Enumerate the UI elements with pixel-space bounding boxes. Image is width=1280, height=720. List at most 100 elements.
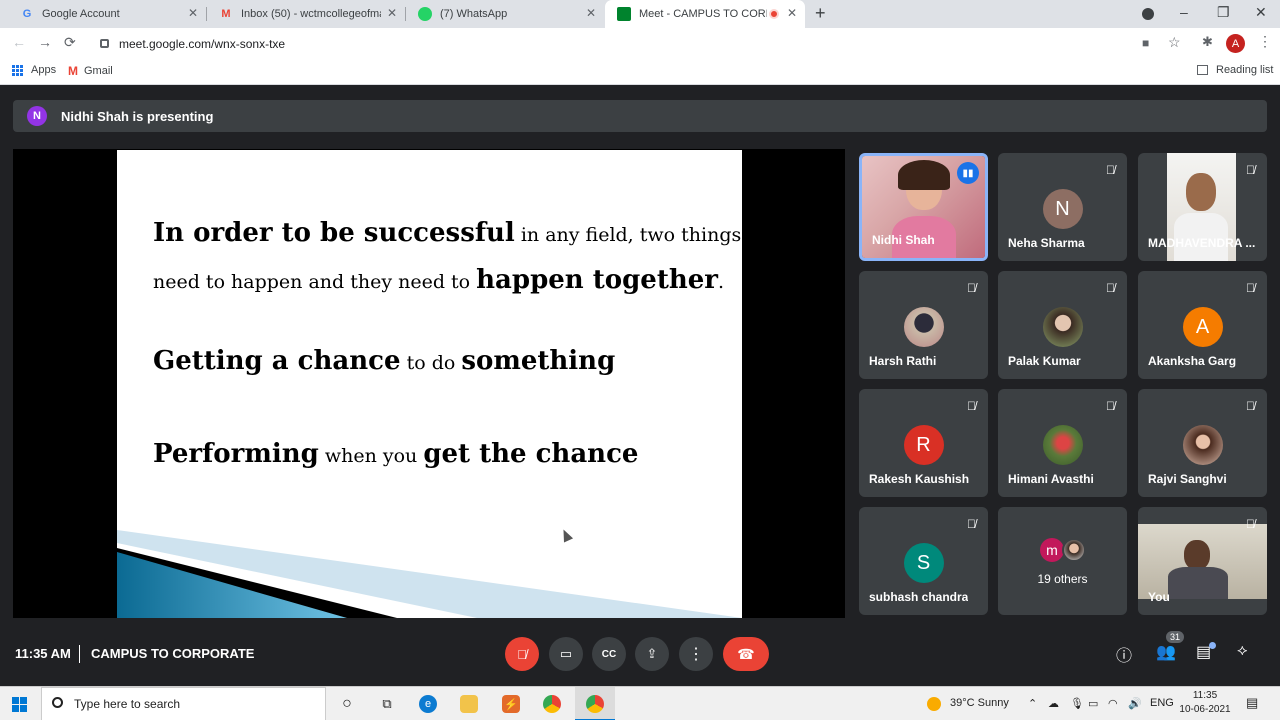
- tab-google-account[interactable]: G Google Account ✕: [8, 0, 206, 28]
- meeting-time: 11:35 AM: [15, 646, 71, 661]
- tab-meet[interactable]: Meet - CAMPUS TO CORPOR ✕: [605, 0, 805, 28]
- mic-off-icon: 🎙̸: [1106, 399, 1115, 413]
- participant-avatar: R: [903, 425, 944, 465]
- gmail-icon: M: [68, 64, 78, 78]
- tab-strip: G Google Account ✕ M Inbox (50) - wctmco…: [0, 0, 1280, 28]
- taskbar-search[interactable]: Type here to search: [41, 687, 326, 720]
- participant-tile-palak[interactable]: 🎙̸ Palak Kumar: [998, 271, 1127, 379]
- system-clock[interactable]: 11:35 10-06-2021: [1178, 689, 1232, 717]
- participant-avatar: m: [1040, 538, 1064, 562]
- apps-grid-icon: [12, 64, 23, 76]
- participant-tile-harsh[interactable]: 🎙̸ Harsh Rathi: [859, 271, 988, 379]
- menu-icon[interactable]: ⋮: [1258, 33, 1272, 50]
- close-tab-icon[interactable]: ✕: [787, 6, 797, 20]
- url-field[interactable]: meet.google.com/wnx-sonx-txe: [92, 32, 1132, 55]
- search-icon: [52, 697, 63, 708]
- new-tab-button[interactable]: +: [815, 3, 826, 24]
- task-view-icon[interactable]: ⧉: [378, 695, 396, 713]
- participant-tile-neha[interactable]: 🎙̸ N Neha Sharma: [998, 153, 1127, 261]
- speaking-indicator-icon: ▮▮: [957, 162, 979, 184]
- captions-button[interactable]: CC: [592, 637, 626, 671]
- microphone-icon[interactable]: 🎙: [1070, 697, 1084, 710]
- file-explorer-icon[interactable]: [460, 695, 478, 713]
- bookmark-apps[interactable]: Apps: [12, 64, 56, 76]
- close-tab-icon[interactable]: ✕: [188, 6, 198, 20]
- participant-tile-rajvi[interactable]: 🎙̸ Rajvi Sanghvi: [1138, 389, 1267, 497]
- star-icon[interactable]: ☆: [1168, 34, 1181, 51]
- meeting-controls-bar: 11:35 AM CAMPUS TO CORPORATE 🎙̸ ▭ CC ⇪ ⋮…: [0, 630, 1280, 686]
- language-indicator[interactable]: ENG: [1150, 697, 1174, 709]
- lock-icon: [100, 39, 109, 48]
- info-icon[interactable]: ⓘ: [1116, 642, 1132, 666]
- participant-avatar: [1042, 307, 1083, 347]
- close-tab-icon[interactable]: ✕: [586, 6, 596, 20]
- present-screen-icon: ⇪: [646, 646, 658, 661]
- more-vert-icon: ⋮: [688, 646, 704, 663]
- participant-tile-nidhi[interactable]: ▮▮ Nidhi Shah: [859, 153, 988, 261]
- participant-tile-rakesh[interactable]: 🎙̸ R Rakesh Kaushish: [859, 389, 988, 497]
- recording-icon: [769, 9, 779, 19]
- close-tab-icon[interactable]: ✕: [387, 6, 397, 20]
- maximize-button[interactable]: ❐: [1217, 4, 1230, 21]
- battery-icon[interactable]: ▭: [1088, 697, 1098, 710]
- participant-tile-madhavendra[interactable]: 🎙̸ MADHAVENDRA ...: [1138, 153, 1267, 261]
- captions-icon: CC: [601, 648, 617, 660]
- bookmark-gmail[interactable]: M Gmail: [68, 64, 113, 78]
- mic-off-icon: 🎙̸: [967, 399, 976, 413]
- app-icon[interactable]: ⚡: [502, 695, 520, 713]
- leave-call-button[interactable]: ☎: [723, 637, 769, 671]
- volume-icon[interactable]: 🔊: [1128, 697, 1142, 710]
- reload-icon[interactable]: ⟳: [64, 34, 76, 51]
- tab-search-icon[interactable]: [1142, 8, 1154, 20]
- meeting-name: CAMPUS TO CORPORATE: [91, 646, 255, 661]
- participant-tile-others[interactable]: m 19 others: [998, 507, 1127, 615]
- chrome-active-icon[interactable]: [586, 695, 604, 713]
- camera-icon: ▭: [559, 646, 573, 661]
- mic-off-icon: 🎙̸: [1106, 281, 1115, 295]
- tab-inbox[interactable]: M Inbox (50) - wctmcollegeofmanag ✕: [207, 0, 405, 28]
- reading-list[interactable]: Reading list: [1197, 64, 1273, 76]
- participant-avatar: [1182, 425, 1223, 465]
- participant-tile-akanksha[interactable]: 🎙̸ A Akanksha Garg: [1138, 271, 1267, 379]
- profile-avatar[interactable]: A: [1226, 34, 1245, 53]
- camera-icon[interactable]: ■: [1142, 36, 1149, 50]
- meet-icon: [617, 7, 631, 21]
- google-icon: G: [22, 8, 32, 20]
- address-bar: ← → ⟳ meet.google.com/wnx-sonx-txe ■ ☆ ✱…: [0, 28, 1280, 59]
- edge-icon[interactable]: e: [419, 695, 437, 713]
- minimize-button[interactable]: –: [1180, 4, 1188, 20]
- participant-avatar: A: [1182, 307, 1223, 347]
- present-button[interactable]: ⇪: [635, 637, 669, 671]
- notifications-icon[interactable]: ▤: [1246, 695, 1258, 711]
- mic-toggle-button[interactable]: 🎙̸: [505, 637, 539, 671]
- more-options-button[interactable]: ⋮: [679, 637, 713, 671]
- camera-toggle-button[interactable]: ▭: [549, 637, 583, 671]
- participant-tile-himani[interactable]: 🎙̸ Himani Avasthi: [998, 389, 1127, 497]
- slide-decoration: [117, 530, 742, 618]
- people-icon[interactable]: 👥: [1156, 642, 1176, 662]
- participant-avatar: [1062, 538, 1086, 562]
- hang-up-icon: ☎: [737, 645, 755, 662]
- chrome-icon[interactable]: [543, 695, 561, 713]
- participant-tile-you[interactable]: 🎙̸ You: [1138, 507, 1267, 615]
- close-window-button[interactable]: ✕: [1255, 4, 1267, 21]
- wifi-icon[interactable]: ◠: [1108, 697, 1118, 710]
- presenter-avatar: N: [27, 106, 47, 126]
- participant-avatar: [1042, 425, 1083, 465]
- cloud-icon[interactable]: ☁: [1048, 697, 1059, 710]
- presentation-slide: In order to be successful in any field, …: [117, 150, 742, 618]
- extensions-icon[interactable]: ✱: [1202, 34, 1213, 50]
- participant-tile-subhash[interactable]: 🎙̸ S subhash chandra: [859, 507, 988, 615]
- back-icon[interactable]: ←: [12, 34, 26, 50]
- mic-off-icon: 🎙̸: [1246, 163, 1255, 177]
- windows-taskbar: Type here to search ○ ⧉ e ⚡ 39°C Sunny ⌃…: [0, 686, 1280, 720]
- participant-avatar: [903, 307, 944, 347]
- tray-chevron-icon[interactable]: ⌃: [1028, 697, 1037, 710]
- bookmarks-bar: Apps M Gmail Reading list: [0, 59, 1280, 85]
- whatsapp-icon: [418, 7, 432, 21]
- tab-whatsapp[interactable]: (7) WhatsApp ✕: [406, 0, 604, 28]
- windows-start-icon[interactable]: [12, 697, 27, 712]
- cortana-icon[interactable]: ○: [338, 695, 356, 713]
- activities-icon[interactable]: ⟡: [1237, 642, 1248, 660]
- forward-icon[interactable]: →: [38, 34, 52, 50]
